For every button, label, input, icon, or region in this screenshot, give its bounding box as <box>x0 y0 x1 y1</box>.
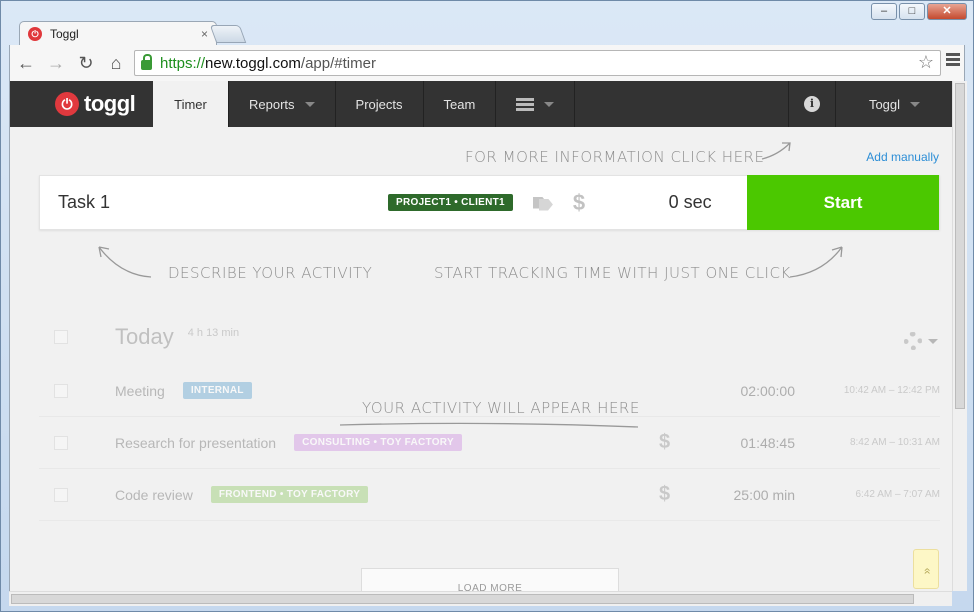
minimize-button[interactable]: – <box>871 3 897 20</box>
new-tab-button[interactable] <box>209 25 247 43</box>
entry-time-range: 6:42 AM – 7:07 AM <box>855 489 941 500</box>
gear-icon[interactable] <box>904 332 922 350</box>
scroll-thumb[interactable] <box>955 83 965 409</box>
timer-bar: Task 1 PROJECT1 • CLIENT1 $ 0 sec Start <box>39 175 940 230</box>
toggl-favicon-icon: ⏻ <box>28 26 42 41</box>
day-header: Today 4 h 13 min <box>39 309 940 365</box>
hint-describe: DESCRIBE YOUR ACTIVITY <box>168 264 373 282</box>
app-navbar: ⏻ toggl Timer Reports Projects Team i To… <box>10 81 952 127</box>
brand-logo[interactable]: ⏻ toggl <box>10 81 153 127</box>
home-icon[interactable]: ⌂ <box>102 53 130 74</box>
description-input[interactable]: Task 1 <box>58 192 378 213</box>
start-button[interactable]: Start <box>747 175 939 230</box>
tag-icon[interactable] <box>533 196 555 210</box>
entry-description[interactable]: Code review <box>115 487 193 503</box>
day-checkbox[interactable] <box>54 330 68 344</box>
entry-time-range: 10:42 AM – 12:42 PM <box>843 385 940 396</box>
browser-menu-icon[interactable] <box>946 53 960 68</box>
info-icon: i <box>804 96 820 112</box>
underline-stroke-icon <box>339 422 639 428</box>
billable-dollar-icon[interactable]: $ <box>659 483 670 506</box>
billable-dollar-icon[interactable]: $ <box>659 431 670 454</box>
chevron-down-icon[interactable] <box>928 339 938 344</box>
nav-team[interactable]: Team <box>424 81 497 127</box>
window-controls: – □ ✕ <box>871 3 967 20</box>
entry-project-label[interactable]: INTERNAL <box>182 382 252 399</box>
browser-toolbar: ← → ↻ ⌂ https://new.toggl.com/app/#timer… <box>9 45 965 81</box>
bookmark-star-icon[interactable]: ☆ <box>918 52 934 73</box>
nav-timer[interactable]: Timer <box>153 81 229 127</box>
day-total: 4 h 13 min <box>187 327 240 339</box>
user-menu[interactable]: Toggl <box>836 81 952 127</box>
scroll-top-icon[interactable]: » <box>913 549 939 589</box>
entry-description[interactable]: Research for presentation <box>115 435 276 451</box>
vertical-scrollbar[interactable] <box>952 81 967 591</box>
project-label[interactable]: PROJECT1 • CLIENT1 <box>388 194 513 211</box>
horizontal-scrollbar[interactable] <box>9 591 952 606</box>
chevron-down-icon <box>544 101 555 107</box>
back-arrow-icon[interactable]: ← <box>12 53 40 74</box>
entry-checkbox[interactable] <box>54 383 68 398</box>
timer-duration[interactable]: 0 sec <box>645 192 735 213</box>
hint-arrow-icon <box>789 246 843 278</box>
chevron-down-icon <box>910 101 921 107</box>
hint-arrow-icon <box>761 142 791 160</box>
entry-duration[interactable]: 25:00 min <box>699 487 795 503</box>
entry-checkbox[interactable] <box>54 435 68 450</box>
entry-checkbox[interactable] <box>54 487 68 502</box>
chevron-down-icon <box>304 101 315 107</box>
close-window-button[interactable]: ✕ <box>927 3 967 20</box>
entry-duration[interactable]: 01:48:45 <box>699 435 796 451</box>
tab-close-icon[interactable]: × <box>201 27 208 41</box>
reload-icon[interactable]: ↻ <box>72 53 100 74</box>
scroll-thumb[interactable] <box>11 594 914 604</box>
info-button[interactable]: i <box>788 81 836 127</box>
entry-duration[interactable]: 02:00:00 <box>699 383 796 399</box>
hint-start-tracking: START TRACKING TIME WITH JUST ONE CLICK <box>434 264 791 282</box>
nav-more-menu[interactable] <box>496 81 576 127</box>
entry-description[interactable]: Meeting <box>115 383 165 399</box>
load-more-button[interactable]: LOAD MORE <box>361 568 619 591</box>
lock-icon <box>141 54 152 70</box>
browser-window: – □ ✕ ⏻ Toggl × ← → ↻ ⌂ https://new.togg… <box>0 0 974 612</box>
entry-time-range: 8:42 AM – 10:31 AM <box>849 437 940 448</box>
billable-dollar-icon[interactable]: $ <box>573 190 585 216</box>
hint-more-info: FOR MORE INFORMATION CLICK HERE <box>465 148 765 166</box>
tab-strip: ⏻ Toggl × <box>11 21 311 45</box>
power-icon: ⏻ <box>55 92 79 116</box>
url-text[interactable]: https://new.toggl.com/app/#timer <box>160 55 376 72</box>
entry-project-label[interactable]: CONSULTING • TOY FACTORY <box>294 434 462 451</box>
browser-tab[interactable]: ⏻ Toggl × <box>19 21 217 45</box>
nav-reports[interactable]: Reports <box>229 81 336 127</box>
page-content: ⏻ toggl Timer Reports Projects Team i To… <box>9 81 952 591</box>
time-entry-row[interactable]: Code review FRONTEND • TOY FACTORY $ 25:… <box>39 469 940 521</box>
nav-projects[interactable]: Projects <box>336 81 424 127</box>
entry-project-label[interactable]: FRONTEND • TOY FACTORY <box>210 486 369 503</box>
day-title: Today <box>115 324 174 349</box>
address-bar[interactable]: https://new.toggl.com/app/#timer ☆ <box>134 50 941 76</box>
tab-title: Toggl <box>50 26 79 41</box>
add-manually-link[interactable]: Add manually <box>866 150 939 164</box>
forward-arrow-icon[interactable]: → <box>42 53 70 74</box>
hint-arrow-icon <box>98 246 152 278</box>
maximize-button[interactable]: □ <box>899 3 925 20</box>
hint-activity-appear: YOUR ACTIVITY WILL APPEAR HERE <box>362 399 640 417</box>
hamburger-icon <box>516 96 535 113</box>
